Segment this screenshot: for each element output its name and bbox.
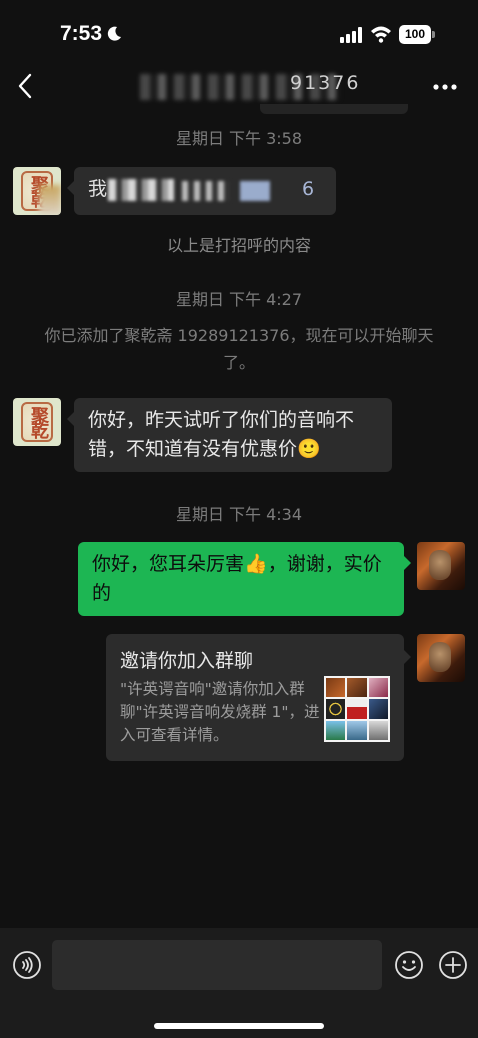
group-member-avatar bbox=[326, 678, 346, 698]
input-bar bbox=[0, 928, 478, 1038]
emoji-icon[interactable] bbox=[394, 950, 424, 980]
group-avatar-grid bbox=[324, 676, 390, 742]
signal-icon bbox=[340, 27, 362, 43]
group-member-avatar bbox=[326, 699, 346, 719]
greeting-note: 以上是打招呼的内容 bbox=[166, 236, 311, 255]
contact-avatar[interactable]: 聚乾 bbox=[13, 167, 61, 215]
group-member-avatar bbox=[326, 720, 346, 740]
timestamp: 星期日 下午 3:58 bbox=[175, 129, 303, 148]
friend-added-notice: 你已添加了聚乾斋 19289121376，现在可以开始聊天了。 bbox=[44, 326, 434, 372]
redacted-text bbox=[108, 179, 174, 201]
group-member-avatar bbox=[347, 699, 367, 719]
header-overlay-edge bbox=[260, 104, 408, 114]
battery-tip bbox=[432, 31, 435, 38]
group-member-avatar bbox=[368, 699, 388, 719]
smile-emoji: 🙂 bbox=[297, 438, 321, 460]
status-bar: 7:53 100 bbox=[0, 0, 478, 64]
timestamp: 星期日 下午 4:27 bbox=[175, 290, 303, 309]
voice-icon[interactable] bbox=[12, 950, 42, 980]
timestamp: 星期日 下午 4:34 bbox=[175, 505, 303, 524]
status-time: 7:53 bbox=[60, 22, 103, 45]
group-member-avatar bbox=[368, 720, 388, 740]
incoming-message-bubble[interactable]: 你好，昨天试听了你们的音响不错，不知道有没有优惠价🙂 bbox=[67, 398, 392, 472]
avatar-face bbox=[429, 642, 451, 672]
avatar-blur bbox=[39, 185, 61, 215]
greeting-prefix: 我 bbox=[88, 178, 108, 200]
seal-glyph: 聚乾 bbox=[31, 406, 49, 442]
message-input[interactable] bbox=[52, 940, 382, 990]
battery-level: 100 bbox=[399, 25, 431, 44]
invite-card-description: "许英谔音响"邀请你加入群聊"许英谔音响发烧群 1"，进入可查看详情。 bbox=[120, 680, 320, 744]
more-dots-icon[interactable] bbox=[432, 83, 458, 91]
plus-icon[interactable] bbox=[438, 950, 468, 980]
chevron-left-icon[interactable] bbox=[14, 72, 36, 100]
invite-card-title: 邀请你加入群聊 bbox=[120, 650, 254, 672]
home-indicator bbox=[154, 1023, 324, 1029]
outgoing-message-bubble[interactable]: 你好，您耳朵厉害👍，谢谢，实价的 bbox=[78, 542, 411, 616]
wifi-icon bbox=[371, 26, 391, 43]
contact-avatar[interactable]: 聚乾 bbox=[13, 398, 61, 446]
thumbs-up-emoji: 👍 bbox=[244, 553, 268, 575]
outgoing-message-text: 你好，您耳朵厉害 bbox=[92, 553, 245, 575]
contact-name-visible-fragment: 91376 bbox=[290, 72, 361, 94]
battery-indicator: 100 bbox=[399, 25, 435, 44]
redacted-text bbox=[240, 181, 270, 201]
my-avatar[interactable] bbox=[417, 542, 465, 590]
group-member-avatar bbox=[347, 678, 367, 698]
greeting-bubble[interactable]: 我 6 bbox=[67, 167, 336, 215]
group-invite-card[interactable]: 邀请你加入群聊 "许英谔音响"邀请你加入群聊"许英谔音响发烧群 1"，进入可查看… bbox=[106, 634, 411, 761]
avatar-face bbox=[429, 550, 451, 580]
seal-logo: 聚乾 bbox=[21, 402, 53, 442]
greeting-digit: 6 bbox=[302, 178, 315, 200]
group-member-avatar bbox=[347, 720, 367, 740]
group-member-avatar bbox=[368, 678, 388, 698]
my-avatar[interactable] bbox=[417, 634, 465, 682]
redacted-text bbox=[182, 181, 230, 201]
moon-icon bbox=[107, 26, 121, 41]
